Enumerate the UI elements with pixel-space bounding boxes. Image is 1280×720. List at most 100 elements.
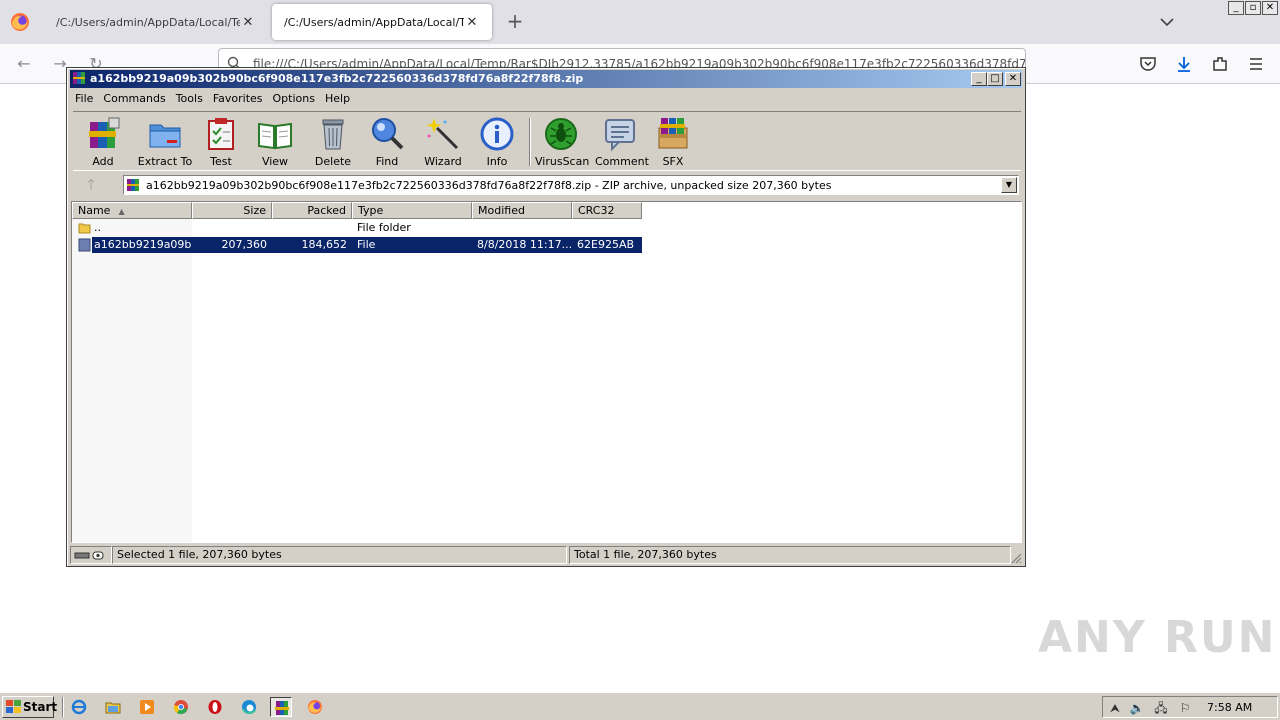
name-column-shading: [72, 219, 192, 542]
tab-label: /C:/Users/admin/AppData/Local/Temp/R: [284, 15, 464, 29]
browser-tab-2[interactable]: /C:/Users/admin/AppData/Local/Temp/R ✕: [272, 4, 492, 40]
downloads-icon[interactable]: [1174, 54, 1194, 74]
menu-help[interactable]: Help: [320, 89, 355, 108]
delete-button[interactable]: Delete: [313, 116, 353, 170]
cell-crc32: [572, 220, 642, 236]
close-tab-icon[interactable]: ✕: [464, 15, 480, 30]
firefox-logo-icon[interactable]: [10, 12, 30, 32]
windows-logo-icon: [6, 700, 21, 713]
taskbar: Start ⮝ 🔈 🖧 ⚐ 7:58 AM: [0, 692, 1280, 720]
tool-label: Find: [375, 155, 399, 168]
tool-label: View: [261, 155, 289, 168]
info-button[interactable]: Info: [477, 116, 517, 170]
close-tab-icon[interactable]: ✕: [240, 15, 256, 30]
status-selected: Selected 1 file, 207,360 bytes: [112, 546, 567, 564]
extract-folder-icon: [149, 124, 181, 148]
tool-label: Extract To: [137, 155, 193, 168]
winrar-title-bar[interactable]: a162bb9219a09b302b90bc6f908e117e3fb2c722…: [70, 70, 1022, 88]
taskbar-explorer[interactable]: [102, 697, 124, 717]
info-icon: [480, 117, 514, 151]
volume-icon[interactable]: 🔈: [1129, 700, 1145, 716]
cell-size: [192, 220, 272, 236]
close-window-button[interactable]: ✕: [1262, 1, 1278, 15]
chevron-down-icon[interactable]: ▼: [1001, 177, 1017, 193]
show-hidden-icons-icon[interactable]: ⮝: [1107, 700, 1123, 716]
network-icon[interactable]: 🖧: [1153, 700, 1169, 716]
list-all-tabs-icon[interactable]: [1158, 13, 1176, 31]
winrar-minimize-button[interactable]: _: [971, 72, 987, 86]
up-one-level-icon[interactable]: 🡑: [79, 177, 103, 193]
view-book-icon: [258, 122, 292, 150]
tool-label: VirusScan: [535, 155, 590, 168]
back-arrow-icon[interactable]: ←: [14, 54, 34, 74]
virus-scan-icon: [545, 118, 577, 150]
winrar-toolbar: Add Extract To Test View Delete Find Wiz…: [73, 111, 1021, 171]
list-item-parent-folder[interactable]: .. File folder: [72, 220, 642, 236]
winrar-window: a162bb9219a09b302b90bc6f908e117e3fb2c722…: [66, 67, 1026, 567]
column-header-modified[interactable]: Modified: [472, 202, 572, 219]
sort-ascending-icon: ▲: [118, 207, 125, 216]
cell-name: ..: [94, 221, 101, 234]
taskbar-winrar[interactable]: [270, 697, 292, 717]
file-list[interactable]: Name ▲ Size Packed Type Modified CRC32 ..…: [71, 201, 1022, 543]
virusscan-button[interactable]: VirusScan: [535, 116, 590, 170]
browser-tab-1[interactable]: /C:/Users/admin/AppData/Local/Temp/R ✕: [44, 4, 268, 40]
list-item-file[interactable]: a162bb9219a09b... 207,360 184,652 File 8…: [92, 237, 642, 253]
restore-button[interactable]: ▫: [1245, 1, 1261, 15]
menu-file[interactable]: File: [70, 89, 98, 108]
edge-icon: [242, 700, 256, 714]
view-button[interactable]: View: [253, 116, 297, 170]
sfx-box-icon: [658, 118, 688, 149]
column-header-crc32[interactable]: CRC32: [572, 202, 642, 219]
menu-tools[interactable]: Tools: [171, 89, 208, 108]
winrar-path-bar: 🡑 a162bb9219a09b302b90bc6f908e117e3fb2c7…: [73, 172, 1021, 198]
menu-hamburger-icon[interactable]: [1246, 54, 1266, 74]
header-label: Name: [78, 204, 111, 217]
extract-to-button[interactable]: Extract To: [135, 116, 195, 170]
internet-explorer-icon: [71, 699, 87, 715]
clock[interactable]: 7:58 AM: [1207, 700, 1252, 716]
menu-favorites[interactable]: Favorites: [208, 89, 268, 108]
file-list-header: Name ▲ Size Packed Type Modified CRC32: [72, 202, 1021, 219]
taskbar-firefox[interactable]: [304, 697, 326, 717]
pocket-icon[interactable]: [1138, 54, 1158, 74]
taskbar-chrome[interactable]: [170, 697, 192, 717]
taskbar-opera[interactable]: [204, 697, 226, 717]
tab-label: /C:/Users/admin/AppData/Local/Temp/R: [56, 15, 240, 29]
file-icon: [78, 238, 91, 252]
new-tab-button[interactable]: +: [505, 10, 525, 32]
toolbar-separator: [529, 118, 531, 166]
archive-path-combobox[interactable]: a162bb9219a09b302b90bc6f908e117e3fb2c722…: [123, 175, 1019, 195]
start-label: Start: [23, 700, 58, 714]
taskbar-ie[interactable]: [68, 697, 90, 717]
winrar-status-bar: Selected 1 file, 207,360 bytes Total 1 f…: [70, 546, 1022, 564]
find-button[interactable]: Find: [367, 116, 407, 170]
column-header-type[interactable]: Type: [352, 202, 472, 219]
column-header-name[interactable]: Name ▲: [72, 202, 192, 219]
sfx-button[interactable]: SFX: [653, 116, 693, 170]
cell-name: a162bb9219a09b...: [94, 238, 192, 251]
winrar-close-button[interactable]: ✕: [1005, 72, 1021, 86]
folder-icon: [105, 702, 121, 714]
extensions-icon[interactable]: [1210, 54, 1230, 74]
minimize-button[interactable]: _: [1228, 1, 1244, 15]
cell-type: File folder: [357, 221, 411, 234]
taskbar-media-player[interactable]: [136, 697, 158, 717]
wizard-button[interactable]: Wizard: [421, 116, 465, 170]
menu-options[interactable]: Options: [268, 89, 320, 108]
trash-icon: [322, 119, 344, 150]
action-center-flag-icon[interactable]: ⚐: [1177, 700, 1193, 716]
column-header-size[interactable]: Size: [192, 202, 272, 219]
menu-commands[interactable]: Commands: [98, 89, 170, 108]
winrar-app-icon[interactable]: [72, 71, 86, 85]
test-button[interactable]: Test: [201, 116, 241, 170]
resize-grip-icon[interactable]: [1010, 552, 1022, 564]
cell-packed: 184,652: [301, 238, 348, 251]
taskbar-edge[interactable]: [238, 697, 260, 717]
comment-button[interactable]: Comment: [595, 116, 649, 170]
start-button[interactable]: Start: [2, 696, 58, 718]
winrar-maximize-button[interactable]: □: [987, 72, 1003, 86]
wand-icon: [426, 118, 459, 150]
column-header-packed[interactable]: Packed: [272, 202, 352, 219]
add-button[interactable]: Add: [83, 116, 123, 170]
